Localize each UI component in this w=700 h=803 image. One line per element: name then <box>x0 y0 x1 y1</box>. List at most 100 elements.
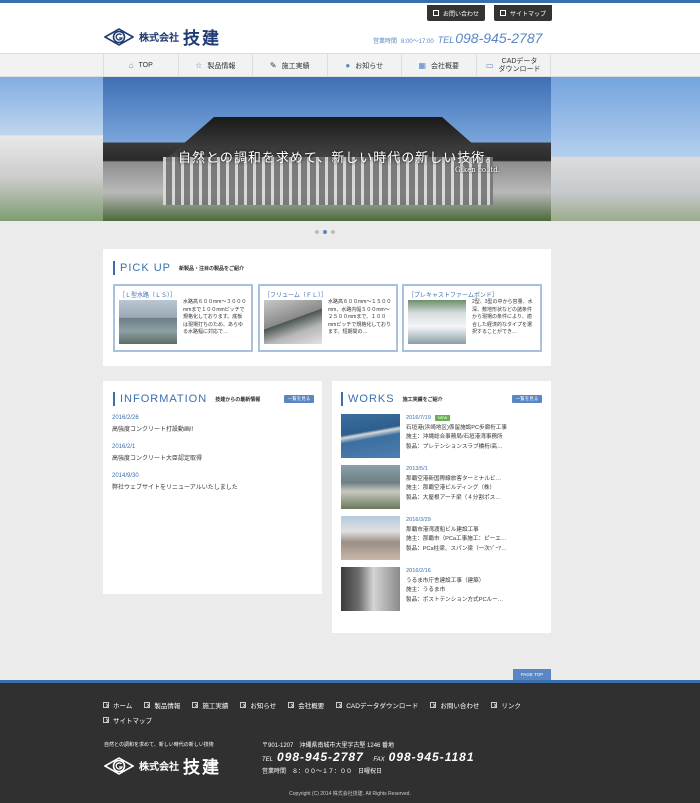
slider-pagination <box>315 230 339 234</box>
footer-nav-item[interactable]: お問い合わせ <box>430 700 479 710</box>
building-icon: ▦ <box>418 61 427 70</box>
information-more-button[interactable]: 一覧を見る <box>284 395 314 403</box>
work-image <box>341 414 400 458</box>
chat-icon: ● <box>345 61 351 70</box>
footer-nav-item[interactable]: ホーム <box>103 700 132 710</box>
footer-nav-label: 施工実績 <box>202 703 229 710</box>
footer-nav-label: CADデータダウンロード <box>346 703 419 710</box>
info-item[interactable]: 2016/2/26 高強度コンクリート打設動画!! <box>112 415 193 433</box>
contact-util-button[interactable]: お問い合わせ <box>427 5 486 21</box>
work-item[interactable]: 2013/5/1 那覇空港新国際線旅客ターミナルビ… 施主：那覇空港ビルディング… <box>341 465 541 509</box>
pickup-card-title: ［Ｌ型水路（ＬＳ）］ <box>119 293 177 299</box>
info-text[interactable]: 高強度コンクリート打設動画!! <box>112 424 193 433</box>
logo-company-name: 技建 <box>183 29 221 49</box>
information-heading: INFORMATION 技建からの最新情報 <box>113 392 260 406</box>
arrow-box-icon <box>192 702 199 708</box>
footer-tel[interactable]: 098-945-2787 <box>277 750 364 764</box>
nav-item-cad[interactable]: ▭ CADデータ ダウンロード <box>475 54 551 77</box>
footer-fax-label: FAX <box>373 757 385 763</box>
footer-nav-item[interactable]: お知らせ <box>240 700 276 710</box>
nav-label: TOP <box>138 62 153 69</box>
laptop-icon: ▭ <box>485 61 494 70</box>
work-name: 石垣港(浜崎地区)係留施設PC歩廊桁工事 <box>406 424 507 431</box>
nav-item-news[interactable]: ● お知らせ <box>326 54 402 77</box>
works-subtitle: 施工実績をご紹介 <box>402 396 443 403</box>
work-client: 施主：那覇空港ビルディング（株） <box>406 485 496 491</box>
footer-tel-line: TEL 098-945-2787 FAX 098-945-1181 <box>262 750 483 764</box>
footer-nav-label: ホーム <box>113 703 133 710</box>
work-item[interactable]: 2016/3/29 那覇市港湾渡船ビル建設工事 施主：那覇市（PCa工事施工：ピ… <box>341 516 541 560</box>
arrow-box-icon <box>336 702 343 708</box>
pickup-card[interactable]: ［プレキャストファームポンド］ 2型、3型の中から容量、水深、敷地形状などの諸条… <box>402 284 542 352</box>
work-date: 2013/5/1 <box>406 466 428 472</box>
work-name: 那覇空港新国際線旅客ターミナルビ… <box>406 475 502 482</box>
footer-nav-item[interactable]: CADデータダウンロード <box>336 700 418 710</box>
footer-nav-item[interactable]: 製品情報 <box>144 700 180 710</box>
main-nav: ⌂ TOP ☆ 製品情報 ✎ 施工実績 ● お知らせ ▦ 会社概要 ▭ CADデ… <box>0 53 700 77</box>
tel-number[interactable]: 098-945-2787 <box>455 30 542 46</box>
hours-value: 8:00～17:00 <box>401 39 434 45</box>
nav-label: 施工実績 <box>281 62 310 70</box>
arrow-box-icon <box>288 702 295 708</box>
tel-prefix: TEL <box>437 35 455 45</box>
logo-company-prefix: 株式会社 <box>139 33 179 44</box>
home-icon: ⌂ <box>128 61 134 70</box>
footer-nav-item[interactable]: リンク <box>491 700 521 710</box>
heading-bar <box>113 261 115 275</box>
info-item[interactable]: 2014/9/30 弊社ウェブサイトをリニューアルいたしました <box>112 473 238 491</box>
work-item[interactable]: 2016/7/19 NEW 石垣港(浜崎地区)係留施設PC歩廊桁工事 施主：沖縄総… <box>341 414 541 458</box>
footer-company-prefix: 株式会社 <box>139 762 179 773</box>
nav-label: CADデータ <box>501 57 538 65</box>
pickup-card-image <box>408 300 466 344</box>
slider-dot-active[interactable] <box>323 230 327 234</box>
nav-item-top[interactable]: ⌂ TOP <box>103 54 178 77</box>
pickup-card-text: 水路高６００mm～３０００mmまで１００mmピッチで規格化しております。底板は現… <box>183 299 247 335</box>
slider-dot[interactable] <box>315 230 319 234</box>
nav-item-products[interactable]: ☆ 製品情報 <box>177 54 253 77</box>
sitemap-util-button[interactable]: サイトマップ <box>494 5 553 21</box>
work-product: 製品：プレテンションスラブ橋桁/高… <box>406 443 503 450</box>
pickup-card[interactable]: ［Ｌ型水路（ＬＳ）］ 水路高６００mm～３０００mmまで１００mmピッチで規格化… <box>113 284 253 352</box>
work-client: 施主：那覇市（PCa工事施工：ピーエ… <box>406 536 507 542</box>
footer-logo[interactable]: 株式会社 技建 <box>104 753 221 778</box>
footer-nav-item[interactable]: 会社概要 <box>288 700 324 710</box>
company-logo-icon <box>104 27 134 46</box>
slider-dot[interactable] <box>331 230 335 234</box>
work-client: 施主：うるま市 <box>406 587 446 593</box>
pickup-card-text: 水路高６００mm～１５００mm、水路内幅５００mm～２５００mmまで、１００mm… <box>328 299 392 335</box>
hero-prev-slide[interactable] <box>0 77 103 221</box>
pickup-card[interactable]: ［フリューム（ＦＬ）］ 水路高６００mm～１５００mm、水路内幅５００mm～２５… <box>258 284 398 352</box>
work-item[interactable]: 2016/2/16 うるま市庁舎建設工事（建築） 施主：うるま市 製品：ポストテ… <box>341 567 541 611</box>
info-item[interactable]: 2016/2/1 高強度コンクリート大臣認定取得 <box>112 444 202 462</box>
info-text[interactable]: 高強度コンクリート大臣認定取得 <box>112 453 202 462</box>
works-title: WORKS <box>348 393 395 405</box>
new-badge: NEW <box>434 414 451 421</box>
works-heading: WORKS 施工実績をご紹介 <box>341 392 443 406</box>
arrow-box-icon <box>103 702 109 708</box>
info-text[interactable]: 弊社ウェブサイトをリニューアルいたしました <box>112 482 238 491</box>
work-product: 製品：PCa柱梁、スパン梁（一次ｿﾞｰｱ… <box>406 545 507 552</box>
star-icon: ☆ <box>195 61 203 70</box>
page-top-button[interactable]: PAGE TOP <box>513 669 551 680</box>
works-more-button[interactable]: 一覧を見る <box>512 395 542 403</box>
arrow-box-icon <box>491 702 498 708</box>
nav-item-works[interactable]: ✎ 施工実績 <box>252 54 327 77</box>
pickup-subtitle: 新製品・注目の製品をご紹介 <box>179 265 245 272</box>
footer-nav-item[interactable]: サイトマップ <box>103 715 152 725</box>
site-logo[interactable]: 株式会社 技建 <box>104 24 221 49</box>
hero-slider[interactable]: 自然との調和を求めて、新しい時代の新しい技術。 Giken co.ltd. <box>0 77 700 221</box>
pickup-heading: PICK UP 新製品・注目の製品をご紹介 <box>113 261 244 275</box>
arrow-box-icon <box>144 702 151 708</box>
nav-label-2: ダウンロード <box>498 65 541 73</box>
sitemap-util-label: サイトマップ <box>510 11 547 18</box>
footer-nav-item[interactable]: 施工実績 <box>192 700 228 710</box>
information-subtitle: 技建からの最新情報 <box>215 396 261 403</box>
nav-item-company[interactable]: ▦ 会社概要 <box>401 54 476 77</box>
nav-label: お知らせ <box>355 62 384 70</box>
work-client: 施主：沖縄総合事務局/石垣港湾事務所 <box>406 434 503 440</box>
hero-next-slide[interactable] <box>551 77 700 221</box>
pickup-title: PICK UP <box>120 262 172 274</box>
footer-address: 〒901-1207 沖縄県南城市大里字古堅 1246 番地 <box>262 743 395 749</box>
nav-label: 製品情報 <box>207 62 236 70</box>
footer-nav-row1: ホーム 製品情報 施工実績 お知らせ 会社概要 CADデータダウンロード お問い… <box>103 700 533 710</box>
